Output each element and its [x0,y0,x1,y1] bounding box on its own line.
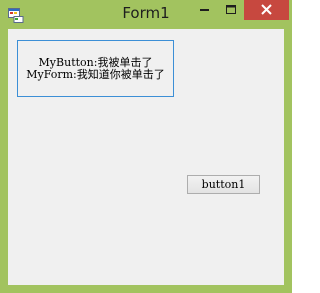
maximize-icon [226,5,236,14]
mybutton[interactable]: MyButton:我被单击了 MyForm:我知道你被单击了 [17,40,174,97]
minimize-icon [200,9,209,11]
close-icon [261,4,272,15]
title-bar[interactable]: Form1 [0,0,292,29]
app-icon[interactable] [8,7,24,23]
maximize-button[interactable] [217,0,244,20]
mybutton-message: MyButton:我被单击了 [38,55,153,69]
myform-message: MyForm:我知道你被单击了 [26,67,165,81]
form-client-area: MyButton:我被单击了 MyForm:我知道你被单击了 button1 [8,29,284,285]
close-button[interactable] [244,0,289,20]
minimize-button[interactable] [191,0,217,20]
form1-window: Form1 MyButton:我被单击了 MyForm:我知道你被单击了 but… [0,0,292,293]
button1[interactable]: button1 [187,175,260,194]
